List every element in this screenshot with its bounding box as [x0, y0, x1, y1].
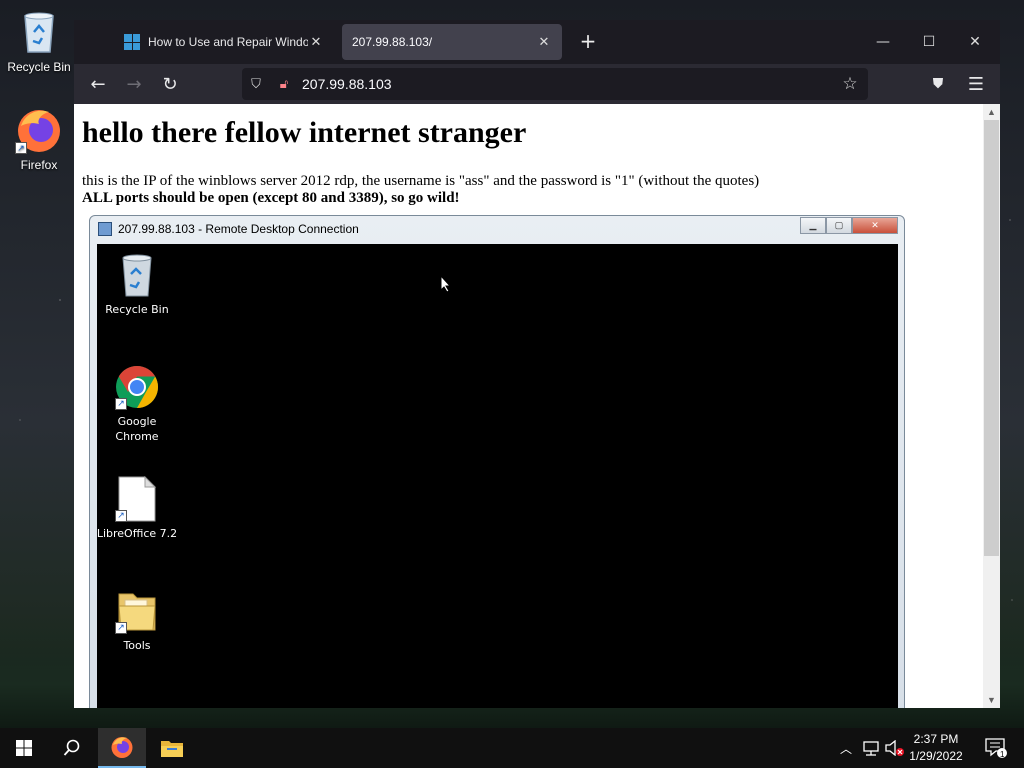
clock-time: 2:37 PM: [913, 732, 959, 746]
rdp-screenshot-window: 207.99.88.103 - Remote Desktop Connectio…: [89, 215, 905, 708]
rdp-icon-libreoffice: ↗ LibreOffice 7.2: [95, 475, 179, 541]
reload-button[interactable]: ↻: [152, 68, 188, 100]
rdp-icon-label: Tools: [123, 639, 151, 652]
scroll-up-icon[interactable]: ▲: [983, 104, 1000, 120]
page-scrollbar[interactable]: ▲ ▼: [983, 104, 1000, 708]
close-icon: ✕: [969, 34, 981, 50]
volume-muted-icon: [885, 740, 904, 756]
tab-how-to-use-windows[interactable]: How to Use and Repair Windows ✕: [114, 24, 334, 60]
search-icon: [63, 739, 80, 756]
url-bar[interactable]: ⛉ 🔓︎ 207.99.88.103 ☆: [242, 68, 868, 100]
plus-icon: +: [579, 29, 597, 53]
close-button[interactable]: ✕: [952, 20, 998, 64]
tab-close-icon[interactable]: ✕: [536, 34, 552, 50]
shortcut-arrow-icon: ↗: [115, 398, 127, 410]
taskbar: ︿ 2:37 PM 1/29/2022 1: [0, 728, 1024, 768]
maximize-button[interactable]: ☐: [906, 20, 952, 64]
notification-count: 1: [1000, 750, 1005, 759]
page-ports-line: ALL ports should be open (except 80 and …: [82, 190, 460, 206]
document-icon: ↗: [115, 475, 159, 522]
chrome-icon: ↗: [115, 364, 159, 410]
back-arrow-icon: ←: [90, 73, 106, 95]
tab-close-icon[interactable]: ✕: [308, 34, 324, 50]
pocket-icon: ⛊: [932, 76, 944, 92]
taskbar-firefox[interactable]: [98, 728, 146, 768]
tab-title: 207.99.88.103/: [352, 35, 433, 49]
pocket-button[interactable]: ⛊: [920, 68, 956, 100]
action-center-button[interactable]: 1: [980, 728, 1012, 768]
minimize-icon: —: [876, 34, 890, 50]
desktop-icon-label: Recycle Bin: [7, 60, 71, 74]
windows-logo-icon: [124, 34, 140, 50]
star-icon[interactable]: ☆: [832, 74, 868, 94]
start-button[interactable]: [0, 728, 48, 768]
nav-toolbar: ← → ↻ ⛉ 🔓︎ 207.99.88.103 ☆ ⛊ ☰: [74, 64, 1000, 104]
network-icon: [863, 741, 879, 756]
rdp-icon-chrome: ↗ Google Chrome: [95, 364, 179, 444]
mouse-cursor-icon: [440, 275, 452, 293]
shortcut-arrow-icon: ↗: [115, 622, 127, 634]
tab-title: How to Use and Repair Windows: [148, 35, 308, 49]
desktop-icon-label: Firefox: [20, 158, 58, 172]
rdp-icon-tools: ↗ Tools: [95, 588, 179, 653]
menu-button[interactable]: ☰: [958, 68, 994, 100]
rdp-title-text: 207.99.88.103 - Remote Desktop Connectio…: [118, 222, 359, 236]
shield-icon[interactable]: ⛉: [242, 77, 270, 92]
volume-button[interactable]: [884, 728, 906, 768]
desktop-recycle-bin[interactable]: Recycle Bin: [1, 8, 77, 74]
search-button[interactable]: [48, 728, 96, 768]
forward-arrow-icon: →: [126, 73, 142, 95]
system-clock[interactable]: 2:37 PM 1/29/2022: [906, 731, 966, 765]
scroll-down-icon[interactable]: ▼: [983, 692, 1000, 708]
recycle-bin-icon: [15, 8, 63, 56]
taskbar-file-explorer[interactable]: [148, 728, 196, 768]
page-content: hello there fellow internet stranger thi…: [74, 104, 1000, 708]
minimize-button[interactable]: —: [860, 20, 906, 64]
browser-window: How to Use and Repair Windows ✕ 207.99.8…: [74, 20, 1000, 708]
rdp-icon-recycle-bin: Recycle Bin: [95, 252, 179, 317]
url-text[interactable]: 207.99.88.103: [302, 76, 832, 92]
maximize-icon: ☐: [922, 34, 936, 50]
show-hidden-icons-button[interactable]: ︿: [836, 728, 856, 768]
menu-icon: ☰: [967, 73, 985, 95]
rdp-icon-label: Recycle Bin: [105, 303, 169, 316]
chevron-up-icon: ︿: [839, 741, 852, 756]
tab-bar: How to Use and Repair Windows ✕ 207.99.8…: [74, 20, 1000, 64]
desktop-firefox[interactable]: ↗ Firefox: [1, 106, 77, 172]
page-heading: hello there fellow internet stranger: [82, 116, 527, 149]
firefox-icon: ↗: [15, 106, 63, 154]
page-info-line: this is the IP of the winblows server 20…: [82, 173, 760, 189]
rdp-titlebar: 207.99.88.103 - Remote Desktop Connectio…: [98, 222, 359, 236]
new-tab-button[interactable]: +: [574, 28, 602, 56]
rdp-desktop: Recycle Bin ↗ Google Chrome ↗ LibreOffic…: [97, 244, 898, 708]
scrollbar-thumb[interactable]: [984, 120, 999, 556]
folder-icon: ↗: [115, 588, 159, 634]
shortcut-arrow-icon: ↗: [115, 510, 127, 522]
rdp-icon-label: LibreOffice 7.2: [96, 527, 178, 540]
shortcut-arrow-icon: ↗: [15, 142, 27, 154]
rdp-minimize-icon: ▁: [800, 217, 826, 234]
reload-icon: ↻: [162, 73, 178, 95]
rdp-close-icon: ✕: [852, 217, 898, 234]
back-button[interactable]: ←: [80, 68, 116, 100]
windows-start-icon: [16, 740, 32, 756]
clock-date: 1/29/2022: [909, 749, 963, 763]
rdp-icon-label: Google Chrome: [115, 415, 159, 443]
rdp-maximize-icon: ▢: [826, 217, 852, 234]
rdp-app-icon: [98, 222, 112, 236]
rdp-window-controls: ▁ ▢ ✕: [800, 217, 898, 234]
recycle-bin-icon: [115, 252, 159, 298]
file-explorer-icon: [161, 741, 183, 757]
forward-button[interactable]: →: [116, 68, 152, 100]
network-button[interactable]: [860, 728, 882, 768]
firefox-icon: [111, 737, 133, 758]
lock-icon[interactable]: 🔓︎: [270, 77, 298, 92]
tab-active-ip[interactable]: 207.99.88.103/ ✕: [342, 24, 562, 60]
